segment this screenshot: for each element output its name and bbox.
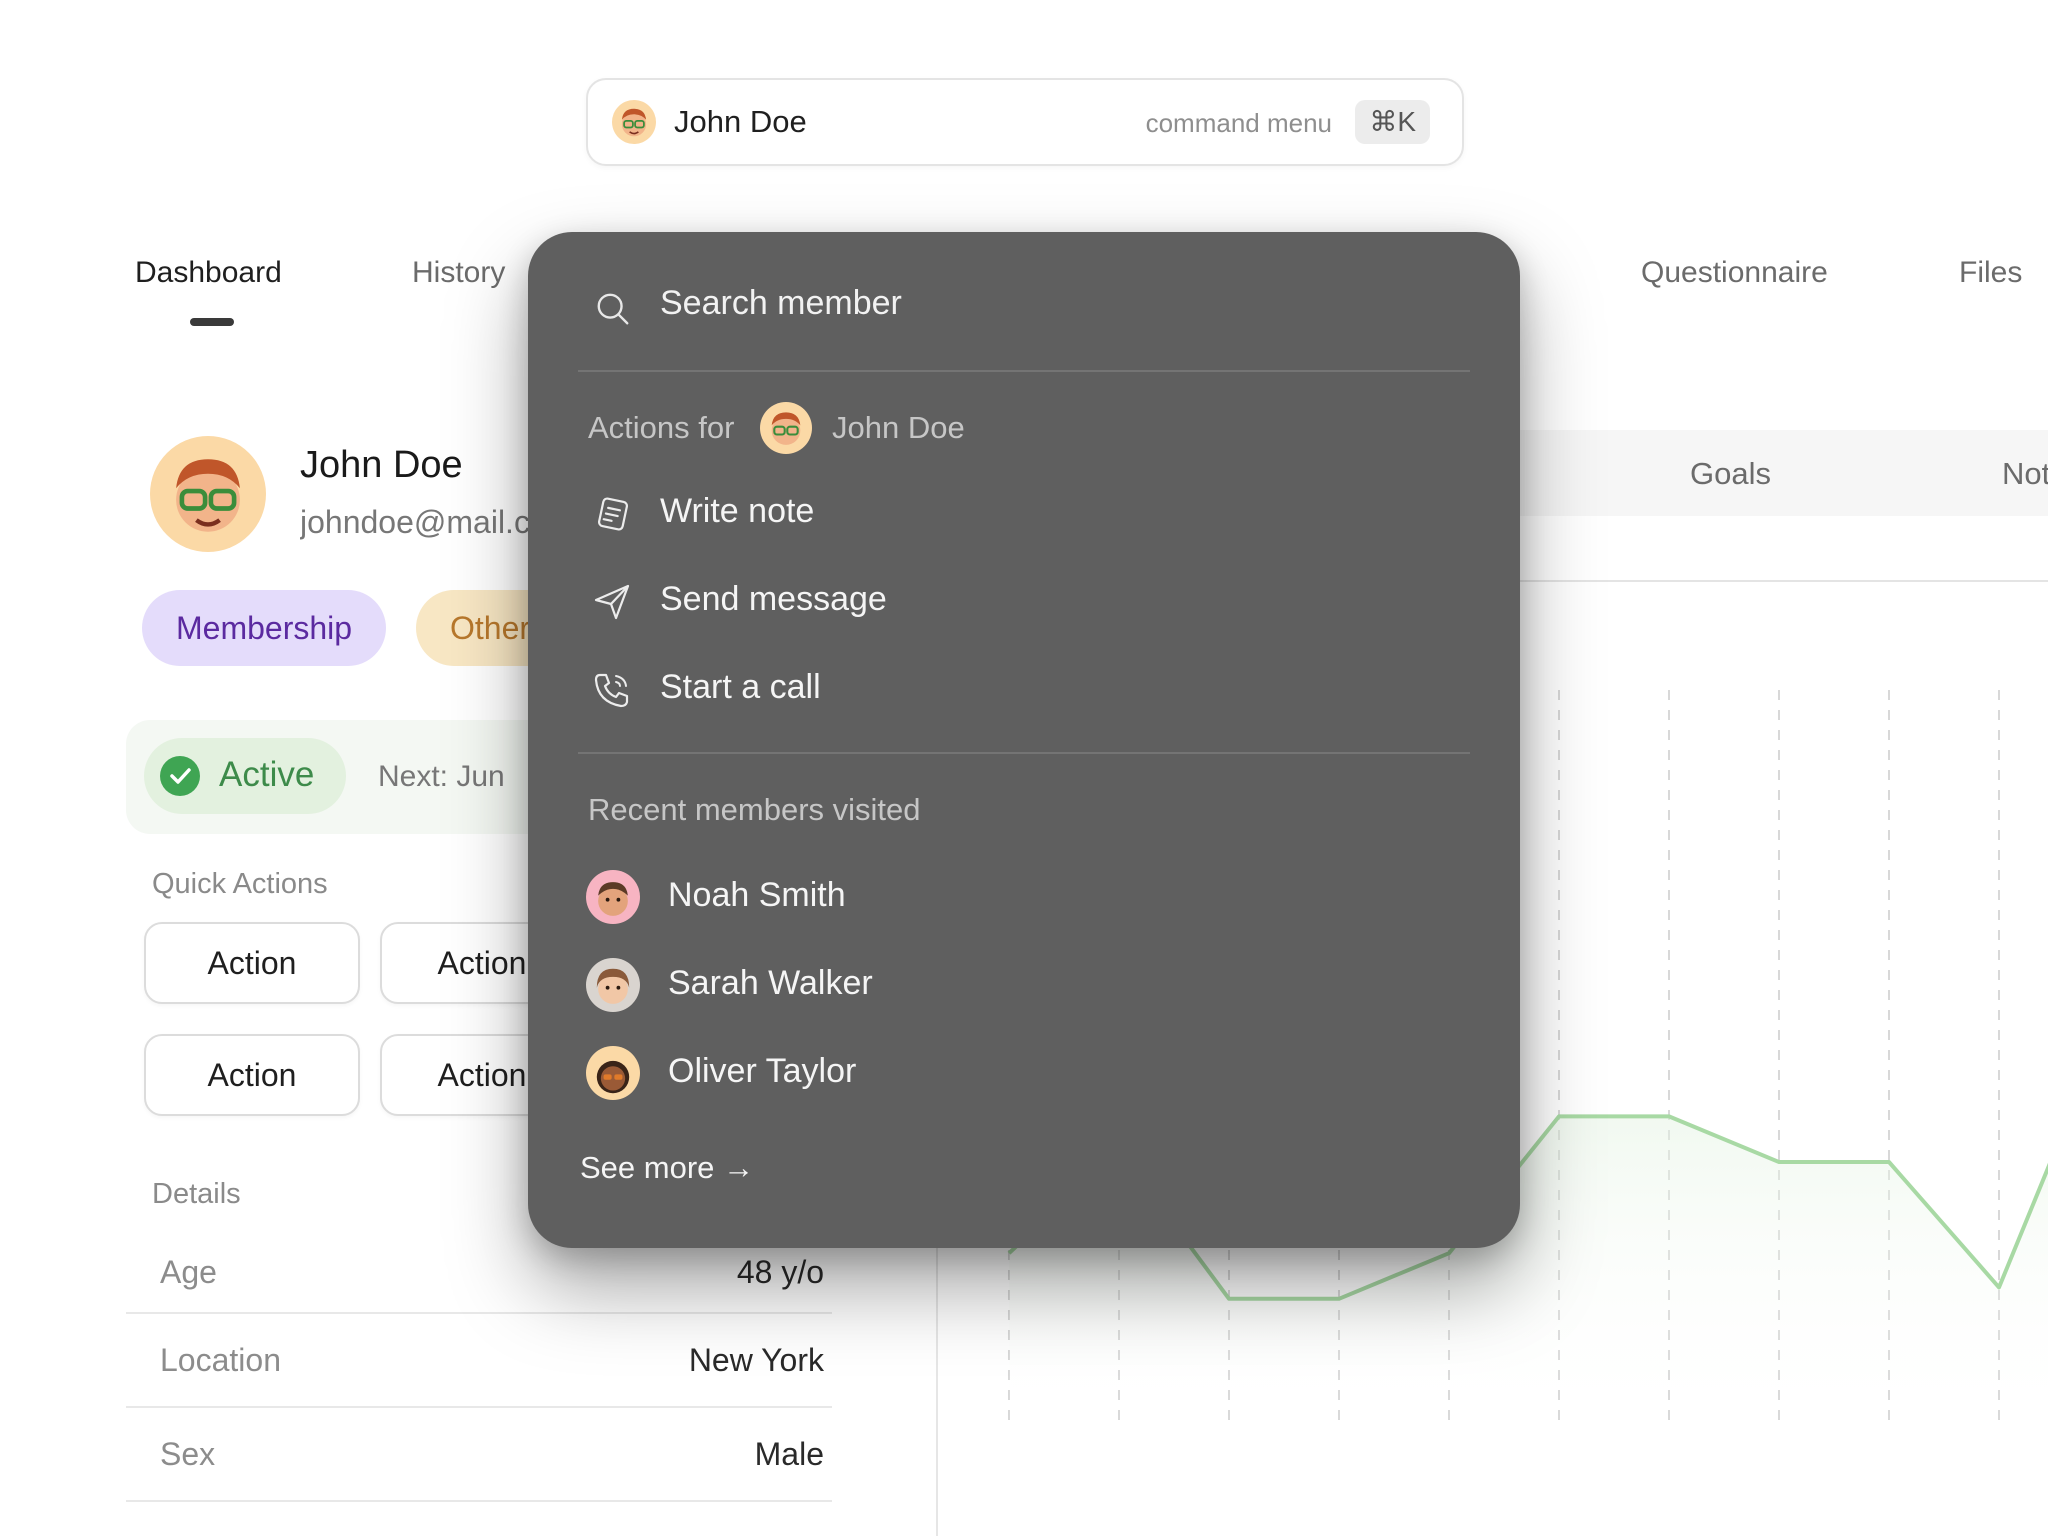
divider [126,1406,832,1408]
tab-dashboard[interactable]: Dashboard [135,256,282,290]
tab-files[interactable]: Files [1959,256,2022,290]
membership-tag[interactable]: Membership [142,590,387,666]
search-member-input[interactable]: Search member [660,284,902,323]
detail-key-age: Age [160,1254,217,1290]
action-button[interactable]: Action [144,922,360,1004]
member-avatar [586,870,640,924]
memoji-icon [621,108,647,137]
profile-email: johndoe@mail.com [300,504,540,540]
quick-actions-label: Quick Actions [152,868,328,900]
divider [126,1312,832,1314]
detail-value-age: 48 y/o [736,1254,824,1290]
member-avatar [586,958,640,1012]
shortcut-badge: ⌘K [1355,100,1430,144]
details-label: Details [152,1178,241,1210]
action-button[interactable]: Action [144,1034,360,1116]
see-more-link[interactable]: See more → [580,1150,754,1186]
detail-value-sex: Male [754,1436,824,1472]
divider [126,1500,832,1502]
user-avatar [612,100,656,144]
actions-for-label: Actions for [588,410,735,445]
detail-key-location: Location [160,1342,281,1378]
send-icon [594,584,630,620]
profile-name: John Doe [300,444,463,486]
detail-value-location: New York [688,1342,824,1378]
memoji-icon [176,459,240,532]
check-icon [160,756,200,796]
recent-members-label: Recent members visited [588,792,921,827]
command-bar-user-name: John Doe [674,104,807,139]
active-tab-indicator [190,318,234,326]
send-message-action[interactable]: Send message [660,580,887,619]
tab-goals[interactable]: Goals [1690,456,1771,492]
command-palette: Search member Actions for John Doe Write… [528,232,1520,1248]
divider [578,370,1470,372]
user-avatar [760,402,812,454]
member-avatar [586,1046,640,1100]
divider [1520,580,2048,582]
command-bar[interactable]: John Doe command menu ⌘K [586,78,1464,166]
chart-tab-bar [1520,430,2048,516]
note-icon [597,497,629,531]
command-menu-hint: command menu [1145,108,1332,138]
phone-icon [594,673,629,708]
tab-history[interactable]: History [412,256,505,290]
recent-member-item[interactable]: Oliver Taylor [668,1052,856,1091]
tab-questionnaire[interactable]: Questionnaire [1641,256,1828,290]
tab-notes[interactable]: Notes [2002,456,2048,492]
recent-member-item[interactable]: Noah Smith [668,876,846,915]
search-icon [597,293,629,325]
divider [936,1200,938,1536]
recent-member-item[interactable]: Sarah Walker [668,964,873,1003]
status-label: Active [219,755,315,794]
memoji-icon [771,412,801,445]
detail-key-sex: Sex [160,1436,216,1472]
profile-avatar [150,436,266,552]
actions-for-name: John Doe [832,410,965,445]
memoji-icon [598,882,628,916]
memoji-icon [596,968,630,1004]
write-note-action[interactable]: Write note [660,492,814,531]
next-appointment: Next: Jun [378,760,505,793]
memoji-icon [596,1060,630,1094]
divider [578,752,1470,754]
start-call-action[interactable]: Start a call [660,668,821,707]
